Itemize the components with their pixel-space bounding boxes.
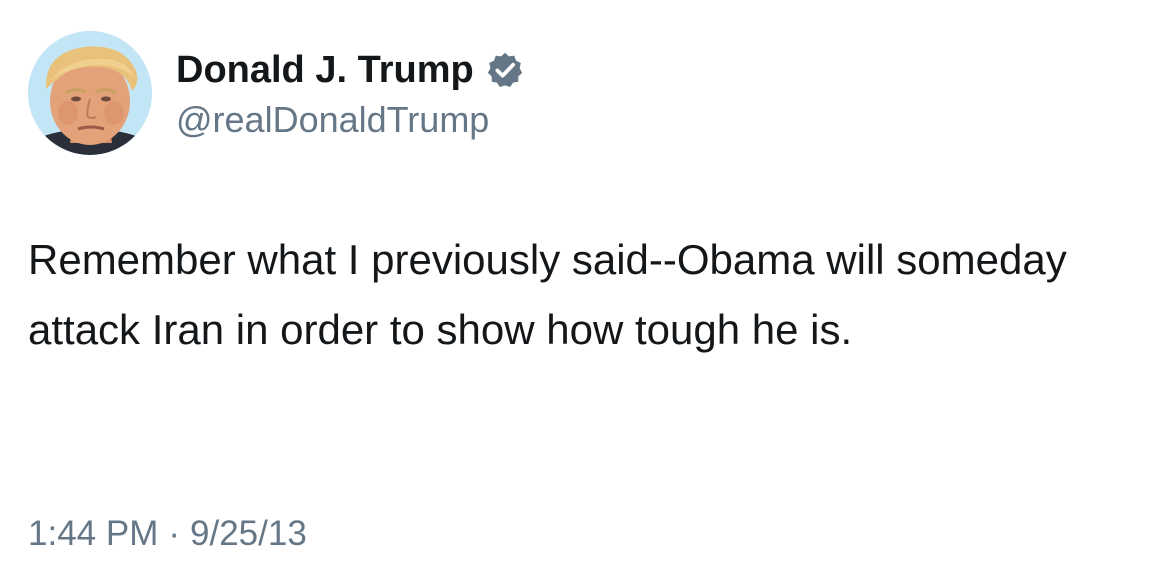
profile-photo [28,31,152,155]
display-name[interactable]: Donald J. Trump [176,46,474,94]
tweet-timestamp[interactable]: 1:44 PM · 9/25/13 [28,512,307,556]
tweet-time: 1:44 PM [28,514,159,553]
meta-separator: · [168,514,181,553]
username-handle[interactable]: @realDonaldTrump [176,98,489,142]
tweet-card: Donald J. Trump @realDonaldTrump Remembe… [0,0,1158,565]
verified-badge-icon [486,51,524,89]
author-name-row: Donald J. Trump [176,46,524,94]
tweet-text: Remember what I previously said--Obama w… [28,236,1067,353]
tweet-date: 9/25/13 [190,514,307,553]
avatar[interactable] [28,31,152,155]
